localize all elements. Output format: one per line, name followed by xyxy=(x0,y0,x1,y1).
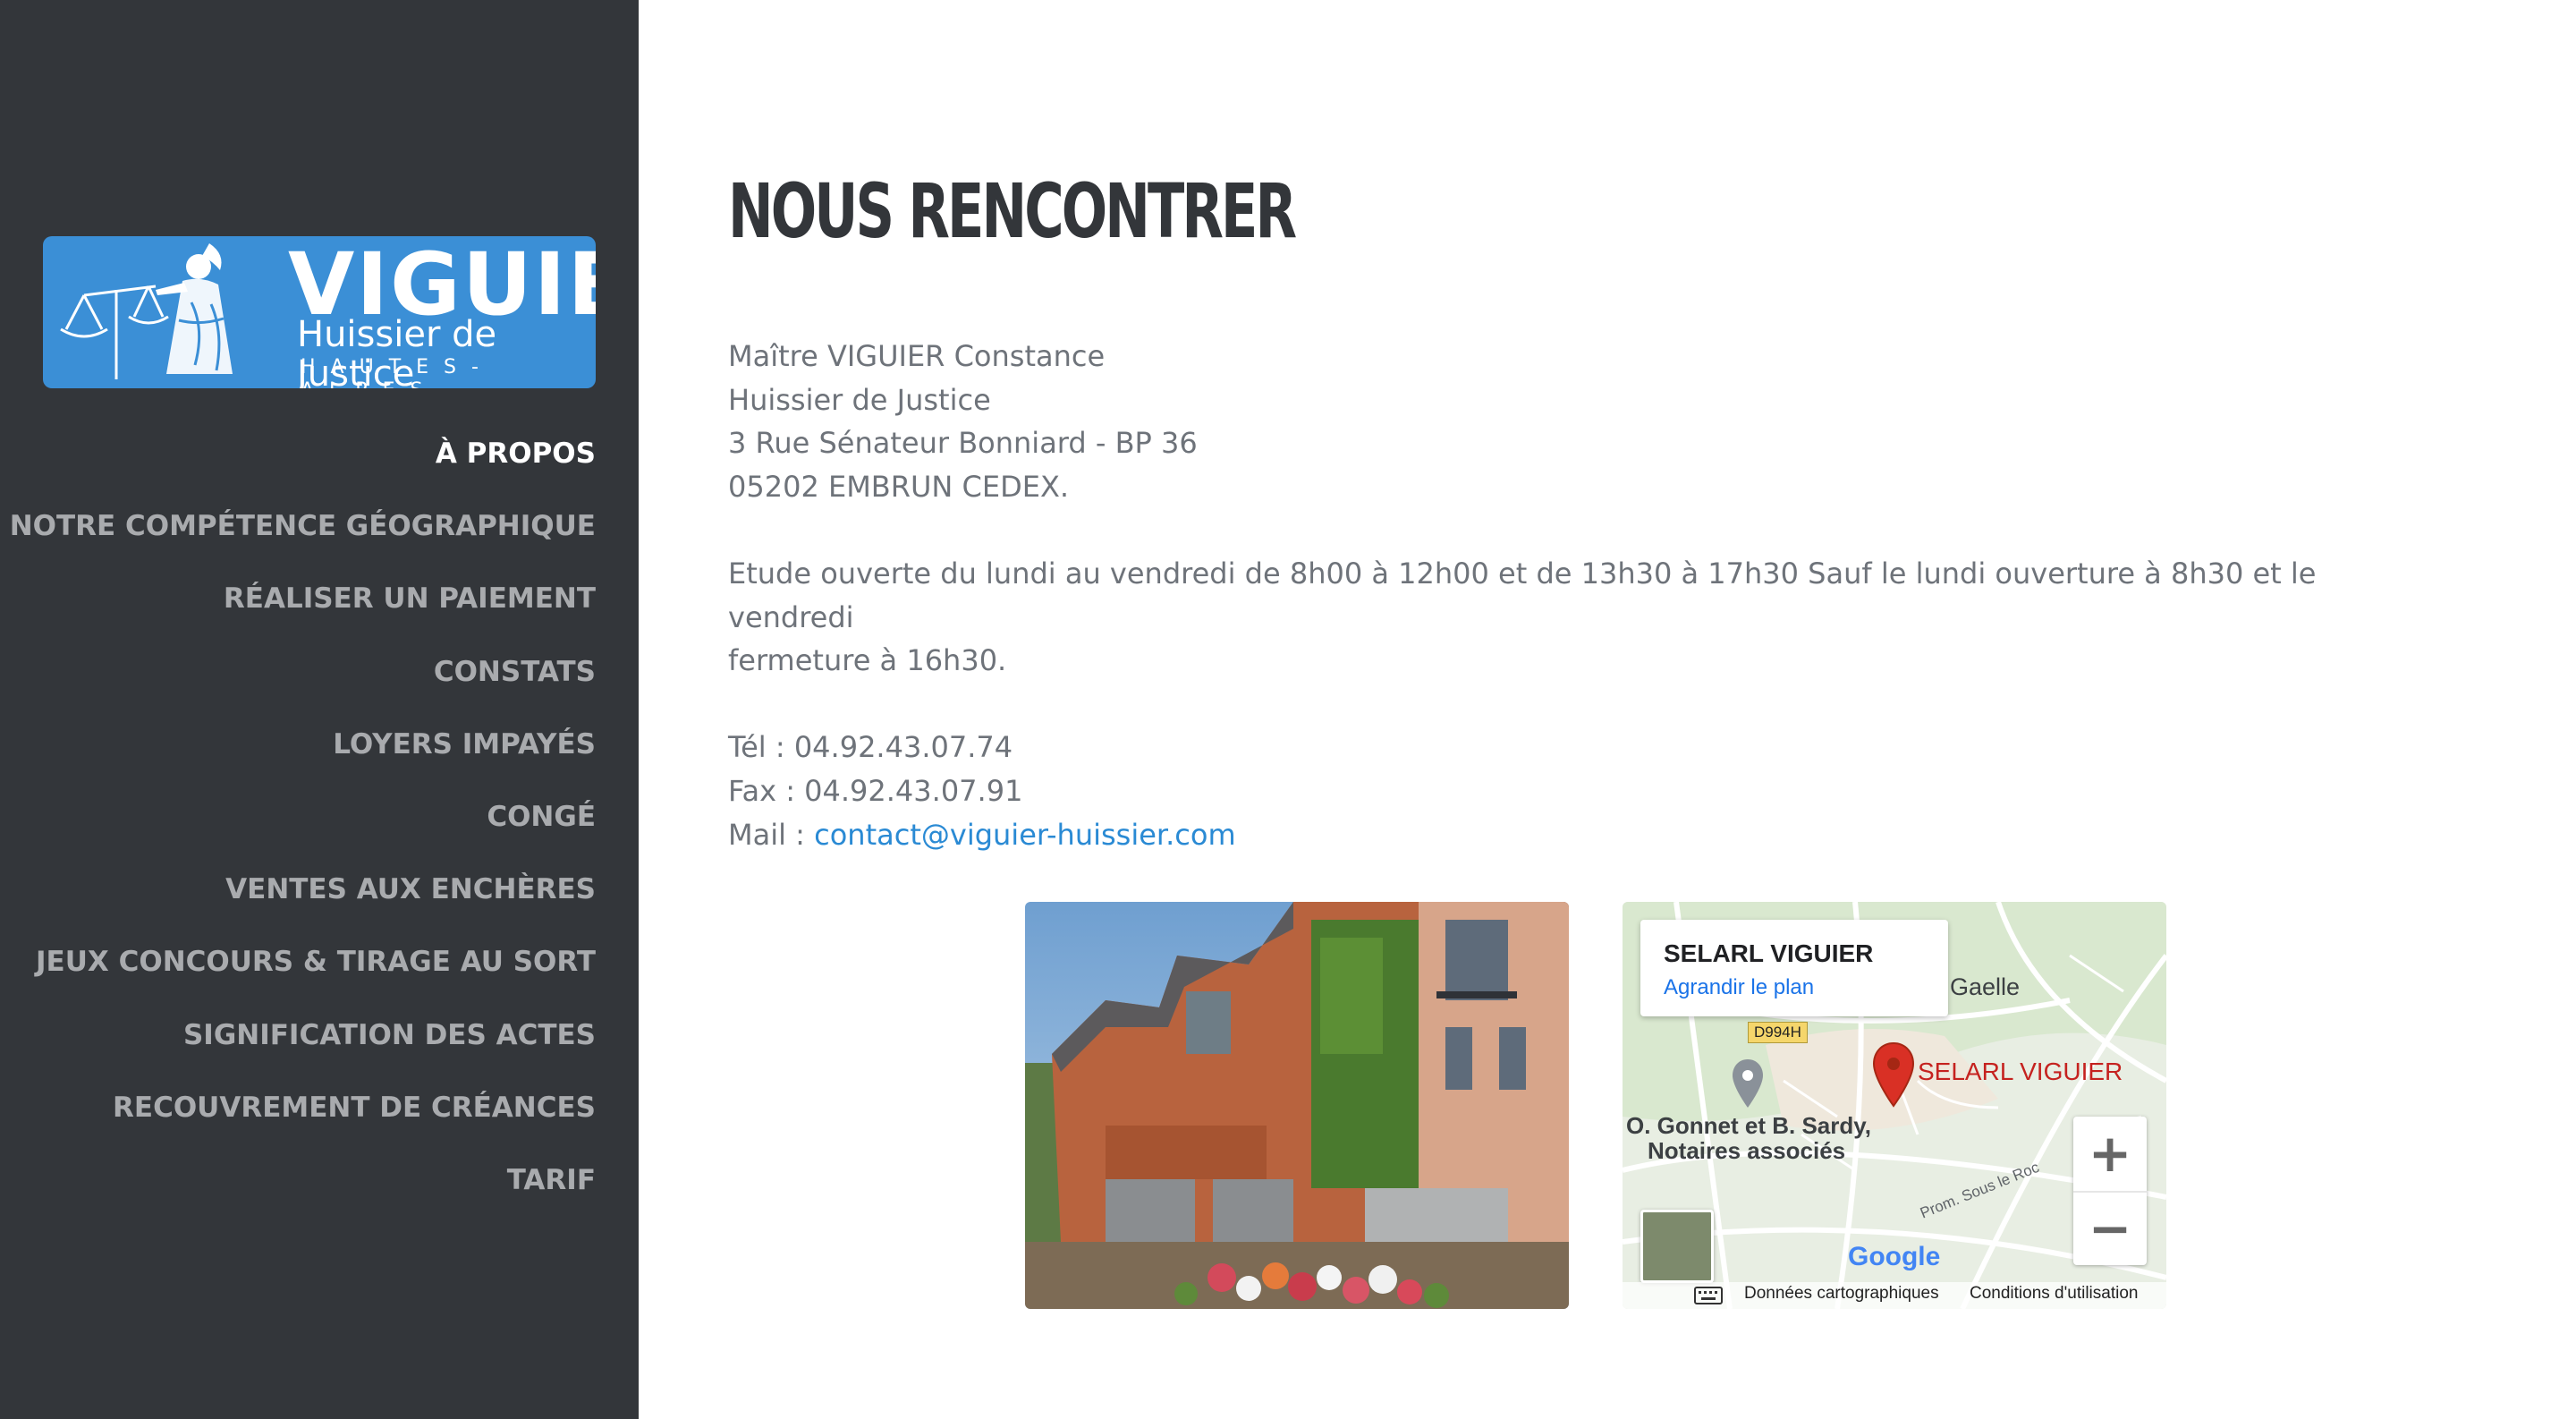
map-place-label: Gaelle xyxy=(1950,973,2021,1000)
keyboard-icon[interactable] xyxy=(1694,1287,1723,1304)
terms-link[interactable]: Conditions d'utilisation xyxy=(1970,1284,2138,1304)
satellite-toggle[interactable] xyxy=(1640,1210,1714,1283)
building-illustration xyxy=(1025,902,1569,1309)
nav-item-recouvrement-creances[interactable]: RECOUVREMENT DE CRÉANCES xyxy=(5,1088,596,1160)
lady-justice-icon xyxy=(60,243,233,379)
enlarge-map-link[interactable]: Agrandir le plan xyxy=(1664,975,1814,1000)
google-logo: Google xyxy=(1848,1242,1941,1271)
nav-item-signification-actes[interactable]: SIGNIFICATION DES ACTES xyxy=(5,1015,596,1088)
page-title: NOUS RENCONTRER xyxy=(728,167,1297,255)
mail-line: Mail : contact@viguier-huissier.com xyxy=(728,813,2410,857)
address-line: Huissier de Justice xyxy=(728,382,991,417)
email-link[interactable]: contact@viguier-huissier.com xyxy=(814,818,1236,852)
opening-hours: Etude ouverte du lundi au vendredi de 8h… xyxy=(728,556,2317,634)
google-map[interactable]: SELARL VIGUIER Agrandir le plan D994H Ga… xyxy=(1623,902,2166,1309)
nav-item-competence-geographique[interactable]: NOTRE COMPÉTENCE GÉOGRAPHIQUE xyxy=(5,506,596,579)
zoom-controls: + − xyxy=(2073,1117,2147,1265)
nav-item-loyers-impayes[interactable]: LOYERS IMPAYÉS xyxy=(5,725,596,797)
mail-label: Mail : xyxy=(728,817,815,852)
address-line: Maître VIGUIER Constance xyxy=(728,339,1106,373)
poi-label: O. Gonnet et B. Sardy, Notaires associés xyxy=(1626,1113,1871,1163)
office-building-photo xyxy=(1025,902,1569,1309)
poi-marker-icon[interactable] xyxy=(1730,1058,1766,1111)
logo-region: HAUTES-ALPES xyxy=(301,356,494,388)
map-place-card: SELARL VIGUIER Agrandir le plan xyxy=(1640,920,1948,1016)
main-content: NOUS RENCONTRER Maître VIGUIER Constance… xyxy=(639,0,2576,1419)
fax-number: Fax : 04.92.43.07.91 xyxy=(728,773,1023,808)
address-line: 05202 EMBRUN CEDEX. xyxy=(728,469,1070,504)
address-line: 3 Rue Sénateur Bonniard - BP 36 xyxy=(728,426,1198,461)
nav-item-conge[interactable]: CONGÉ xyxy=(5,797,596,870)
nav-item-constats[interactable]: CONSTATS xyxy=(5,652,596,725)
nav-item-jeux-concours[interactable]: JEUX CONCOURS & TIRAGE AU SORT xyxy=(5,942,596,1015)
map-data-link[interactable]: Données cartographiques xyxy=(1744,1284,1939,1304)
nav-item-tarif[interactable]: TARIF xyxy=(5,1160,596,1233)
poi-label-line1: O. Gonnet et B. Sardy, xyxy=(1626,1112,1872,1139)
contact-info: Maître VIGUIER Constance Huissier de Jus… xyxy=(728,335,2410,856)
road-badge: D994H xyxy=(1748,1022,1808,1043)
main-navigation: À PROPOS NOTRE COMPÉTENCE GÉOGRAPHIQUE R… xyxy=(5,434,596,1233)
zoom-in-button[interactable]: + xyxy=(2073,1117,2147,1190)
nav-item-ventes-encheres[interactable]: VENTES AUX ENCHÈRES xyxy=(5,870,596,942)
phone-number: Tél : 04.92.43.07.74 xyxy=(728,730,1013,765)
nav-item-a-propos[interactable]: À PROPOS xyxy=(5,434,596,506)
location-marker-icon[interactable] xyxy=(1871,1041,1916,1109)
poi-label-line2: Notaires associés xyxy=(1648,1137,1846,1164)
map-footer: Données cartographiques Conditions d'uti… xyxy=(1623,1282,2166,1309)
marker-label: SELARL VIGUIER xyxy=(1918,1058,2123,1085)
zoom-out-button[interactable]: − xyxy=(2073,1191,2147,1264)
site-logo[interactable]: VIGUIER Huissier de Justice HAUTES-ALPES xyxy=(43,236,596,388)
place-name: SELARL VIGUIER xyxy=(1664,939,1874,967)
opening-hours: fermeture à 16h30. xyxy=(728,643,1007,678)
sidebar: VIGUIER Huissier de Justice HAUTES-ALPES… xyxy=(0,0,639,1419)
nav-item-realiser-paiement[interactable]: RÉALISER UN PAIEMENT xyxy=(5,579,596,651)
